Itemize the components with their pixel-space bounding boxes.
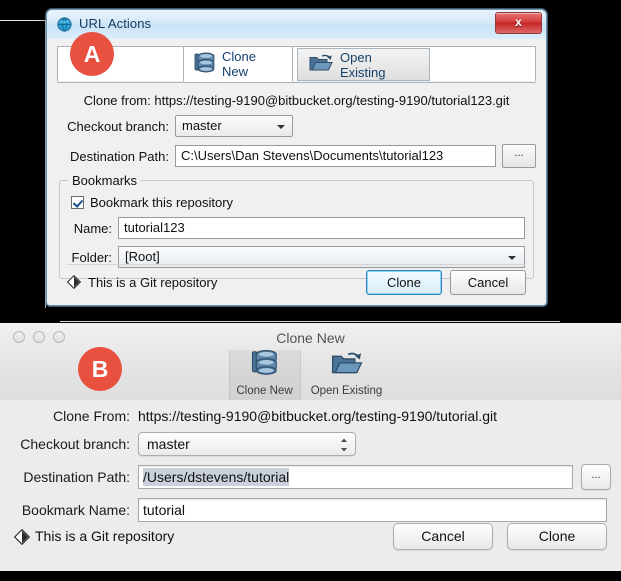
git-diamond-icon: [66, 274, 82, 290]
windows-dialog-body: Clone New Open Existing Clone from: http…: [47, 39, 546, 305]
bookmark-repository-row[interactable]: Bookmark this repository: [68, 195, 525, 210]
mac-window-title: Clone New: [276, 330, 345, 346]
bookmark-repository-label: Bookmark this repository: [90, 195, 234, 210]
git-repository-status-text: This is a Git repository: [35, 528, 175, 544]
destination-path-browse-button[interactable]: ...: [581, 464, 611, 490]
destination-path-row: Destination Path: /Users/dstevens/tutori…: [0, 464, 621, 490]
checkout-branch-select[interactable]: master: [175, 115, 293, 137]
checkout-branch-row: Checkout branch: master: [0, 432, 621, 456]
destination-path-label: Destination Path:: [69, 148, 169, 164]
clone-from-label: Clone From:: [52, 408, 130, 424]
clone-from-row: Clone from: https://testing-9190@bitbuck…: [57, 83, 536, 108]
checkout-branch-select[interactable]: master: [138, 432, 356, 456]
open-folder-icon: [330, 349, 364, 383]
git-diamond-icon: [13, 528, 31, 546]
windows-title-bar: URL Actions x: [47, 10, 546, 40]
clone-from-value: https://testing-9190@bitbucket.org/testi…: [138, 408, 497, 424]
tab-clone-new-label: Clone New: [236, 385, 293, 397]
annotation-badge-a: A: [70, 32, 114, 76]
footer-divider: [67, 264, 526, 265]
cancel-button[interactable]: Cancel: [450, 269, 526, 295]
bookmark-name-row: Name: tutorial123: [68, 217, 525, 239]
chevron-down-icon: [508, 256, 516, 260]
tab-open-existing-label: Open Existing: [340, 49, 386, 80]
mac-dialog-footer: This is a Git repository Cancel Clone: [0, 516, 621, 556]
bookmark-name-label: Name:: [73, 220, 112, 236]
destination-path-label: Destination Path:: [23, 469, 130, 485]
checkout-branch-value: master: [182, 118, 222, 133]
open-folder-icon: [308, 52, 334, 77]
bookmark-folder-value: [Root]: [125, 249, 160, 264]
database-stack-icon: [250, 348, 280, 383]
chevron-down-icon: [277, 125, 285, 129]
tab-clone-new[interactable]: Clone New: [228, 348, 301, 400]
database-stack-icon: [194, 51, 216, 78]
checkout-branch-row: Checkout branch: master: [57, 115, 536, 137]
tab-open-existing-label: Open Existing: [310, 385, 383, 397]
bookmark-repository-checkbox[interactable]: [71, 196, 84, 209]
tab-open-existing[interactable]: Open Existing: [301, 350, 393, 400]
bookmarks-group-label: Bookmarks: [68, 173, 142, 188]
tab-open-existing[interactable]: Open Existing: [297, 48, 430, 81]
tab-clone-new-label: Clone New: [222, 49, 256, 79]
bookmark-name-input[interactable]: tutorial123: [118, 217, 525, 239]
mac-dialog-body: Clone From: https://testing-9190@bitbuck…: [0, 400, 621, 571]
destination-path-value: /Users/dstevens/tutorial: [143, 468, 290, 486]
clone-button[interactable]: Clone: [507, 522, 607, 550]
bookmark-folder-label: Folder:: [71, 249, 112, 265]
destination-path-input[interactable]: C:\Users\Dan Stevens\Documents\tutorial1…: [175, 145, 496, 167]
checkout-branch-value: master: [147, 436, 190, 452]
windows-clone-form: Clone from: https://testing-9190@bitbuck…: [57, 83, 536, 305]
windows-url-actions-dialog: URL Actions x Clone New Open Existing Cl…: [46, 9, 547, 306]
globe-icon: [57, 17, 72, 32]
checkout-branch-label: Checkout branch:: [67, 118, 169, 134]
destination-path-browse-button[interactable]: ...: [502, 144, 536, 168]
clone-from-row: Clone From: https://testing-9190@bitbuck…: [0, 400, 621, 424]
clone-from-value: https://testing-9190@bitbucket.org/testi…: [154, 93, 510, 108]
backdrop-guide-horizontal: [0, 20, 46, 21]
cancel-button[interactable]: Cancel: [393, 522, 493, 550]
destination-path-row: Destination Path: C:\Users\Dan Stevens\D…: [57, 144, 536, 168]
clone-from-label: Clone from:: [83, 93, 151, 108]
windows-tab-strip: Clone New Open Existing: [57, 46, 536, 83]
stepper-arrows-icon: [340, 437, 348, 453]
git-repository-status-text: This is a Git repository: [88, 274, 218, 290]
windows-dialog-footer: This is a Git repository Clone Cancel: [66, 267, 526, 297]
destination-path-input[interactable]: /Users/dstevens/tutorial: [138, 465, 573, 489]
close-button[interactable]: x: [495, 12, 542, 34]
clone-button[interactable]: Clone: [366, 269, 442, 295]
window-title: URL Actions: [79, 16, 152, 31]
checkout-branch-label: Checkout branch:: [20, 436, 130, 452]
backdrop-guide-mac-top: [60, 321, 560, 322]
tab-clone-new[interactable]: Clone New: [183, 46, 293, 82]
annotation-badge-b: B: [78, 347, 122, 391]
